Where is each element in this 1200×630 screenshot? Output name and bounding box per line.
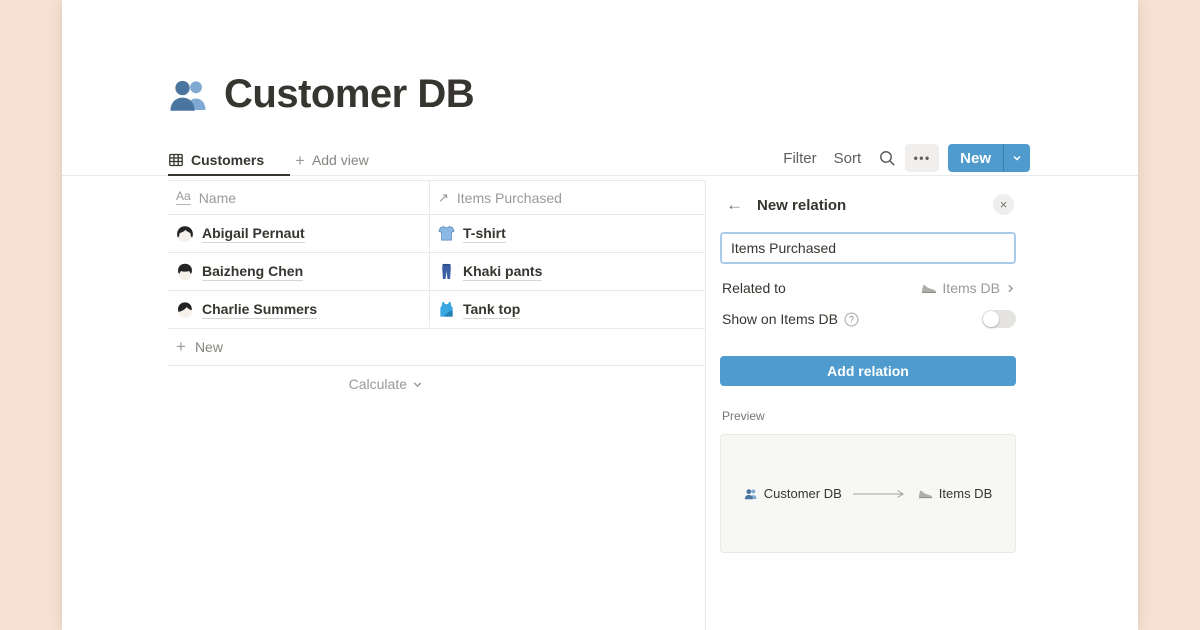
preview-source-label: Customer DB xyxy=(764,486,842,501)
row-name-text: Baizheng Chen xyxy=(202,263,303,281)
related-to-value: Items DB xyxy=(942,280,1000,296)
table-row: Abigail Pernaut T-shirt xyxy=(168,215,705,253)
back-arrow-icon[interactable]: ← xyxy=(726,195,744,215)
pants-icon xyxy=(438,263,455,280)
new-button-dropdown[interactable] xyxy=(1003,144,1030,172)
cell-name[interactable]: Abigail Pernaut xyxy=(168,215,429,252)
row-item-text: Tank top xyxy=(463,301,520,319)
view-tabbar: Customers + Add view Filter Sort ••• New xyxy=(62,140,1138,176)
cell-item[interactable]: Khaki pants xyxy=(429,253,705,290)
panel-title: New relation xyxy=(757,197,846,214)
table-header-row: Aa Name ↗ Items Purchased xyxy=(168,181,705,215)
relation-name-input[interactable] xyxy=(720,232,1016,264)
tshirt-icon xyxy=(438,225,455,242)
plus-icon: + xyxy=(176,337,186,357)
add-view-label: Add view xyxy=(312,152,369,168)
people-icon xyxy=(168,74,210,116)
show-on-toggle[interactable] xyxy=(982,310,1016,328)
avatar-boy-swoop-hair xyxy=(176,301,194,319)
close-icon[interactable]: × xyxy=(993,194,1014,215)
calculate-label: Calculate xyxy=(349,376,407,392)
page-header: Customer DB xyxy=(168,72,474,117)
row-name-text: Charlie Summers xyxy=(202,301,317,319)
new-relation-panel: ← New relation × Related to Items DB Sho… xyxy=(720,180,1016,630)
long-arrow-icon xyxy=(852,489,908,499)
active-tab-underline xyxy=(168,174,290,176)
related-to-selector[interactable]: Items DB xyxy=(921,280,1016,296)
chevron-right-icon xyxy=(1005,283,1016,294)
toggle-knob xyxy=(983,311,999,327)
add-view-button[interactable]: + Add view xyxy=(295,146,369,174)
relation-arrow-icon: ↗ xyxy=(438,190,449,206)
avatar-boy-fluffy-hair xyxy=(176,263,194,281)
sneaker-icon xyxy=(921,280,937,296)
cell-name[interactable]: Baizheng Chen xyxy=(168,253,429,290)
more-options-button[interactable]: ••• xyxy=(905,144,939,172)
add-relation-button[interactable]: Add relation xyxy=(720,356,1016,386)
column-header-name[interactable]: Aa Name xyxy=(168,181,429,214)
ellipsis-icon: ••• xyxy=(914,151,931,165)
row-item-text: T-shirt xyxy=(463,225,506,243)
tanktop-icon xyxy=(438,301,455,318)
related-to-label: Related to xyxy=(722,280,786,296)
row-item-text: Khaki pants xyxy=(463,263,542,281)
table-row: Charlie Summers Tank top xyxy=(168,291,705,329)
new-row-button[interactable]: + New xyxy=(168,329,705,366)
cell-name[interactable]: Charlie Summers xyxy=(168,291,429,328)
preview-label: Preview xyxy=(722,409,765,423)
column-header-items-label: Items Purchased xyxy=(457,190,562,206)
table-row: Baizheng Chen Khaki pants xyxy=(168,253,705,291)
sneaker-icon xyxy=(918,486,933,501)
page-title: Customer DB xyxy=(224,72,474,117)
row-name-text: Abigail Pernaut xyxy=(202,225,305,243)
new-row-label: New xyxy=(195,339,223,355)
chevron-down-icon xyxy=(1012,153,1022,163)
tab-customers[interactable]: Customers xyxy=(168,146,264,174)
table-view-icon xyxy=(168,152,184,168)
table-panel-divider xyxy=(705,180,706,630)
related-to-row: Related to Items DB xyxy=(722,276,1016,300)
show-on-label: Show on Items DB xyxy=(722,311,838,327)
chevron-down-icon xyxy=(412,379,423,390)
preview-target: Items DB xyxy=(918,486,992,501)
calculate-button[interactable]: Calculate xyxy=(168,366,429,402)
plus-icon: + xyxy=(295,152,305,169)
cell-item[interactable]: Tank top xyxy=(429,291,705,328)
relation-preview-box: Customer DB Items DB xyxy=(720,434,1016,553)
panel-header: ← New relation × xyxy=(720,194,1016,216)
title-property-icon: Aa xyxy=(176,190,191,204)
svg-text:?: ? xyxy=(849,314,854,324)
search-icon[interactable] xyxy=(878,149,896,167)
table-controls: Filter Sort ••• New xyxy=(783,142,1030,174)
people-icon xyxy=(744,487,758,501)
column-divider[interactable] xyxy=(429,180,430,327)
filter-button[interactable]: Filter xyxy=(783,150,816,167)
avatar-girl-bob xyxy=(176,225,194,243)
show-on-row: Show on Items DB ? xyxy=(722,307,1016,331)
tab-customers-label: Customers xyxy=(191,152,264,168)
new-button[interactable]: New xyxy=(948,144,1003,172)
sort-button[interactable]: Sort xyxy=(834,150,862,167)
cell-item[interactable]: T-shirt xyxy=(429,215,705,252)
preview-target-label: Items DB xyxy=(939,486,992,501)
preview-source: Customer DB xyxy=(744,486,842,501)
column-header-items-purchased[interactable]: ↗ Items Purchased xyxy=(429,181,705,214)
new-record-split-button: New xyxy=(948,144,1030,172)
notion-page-card: Customer DB Customers + Add view Filter … xyxy=(62,0,1138,630)
column-header-name-label: Name xyxy=(199,190,236,206)
help-icon[interactable]: ? xyxy=(844,312,859,327)
customers-table: Aa Name ↗ Items Purchased Abigail Pernau… xyxy=(168,180,705,402)
